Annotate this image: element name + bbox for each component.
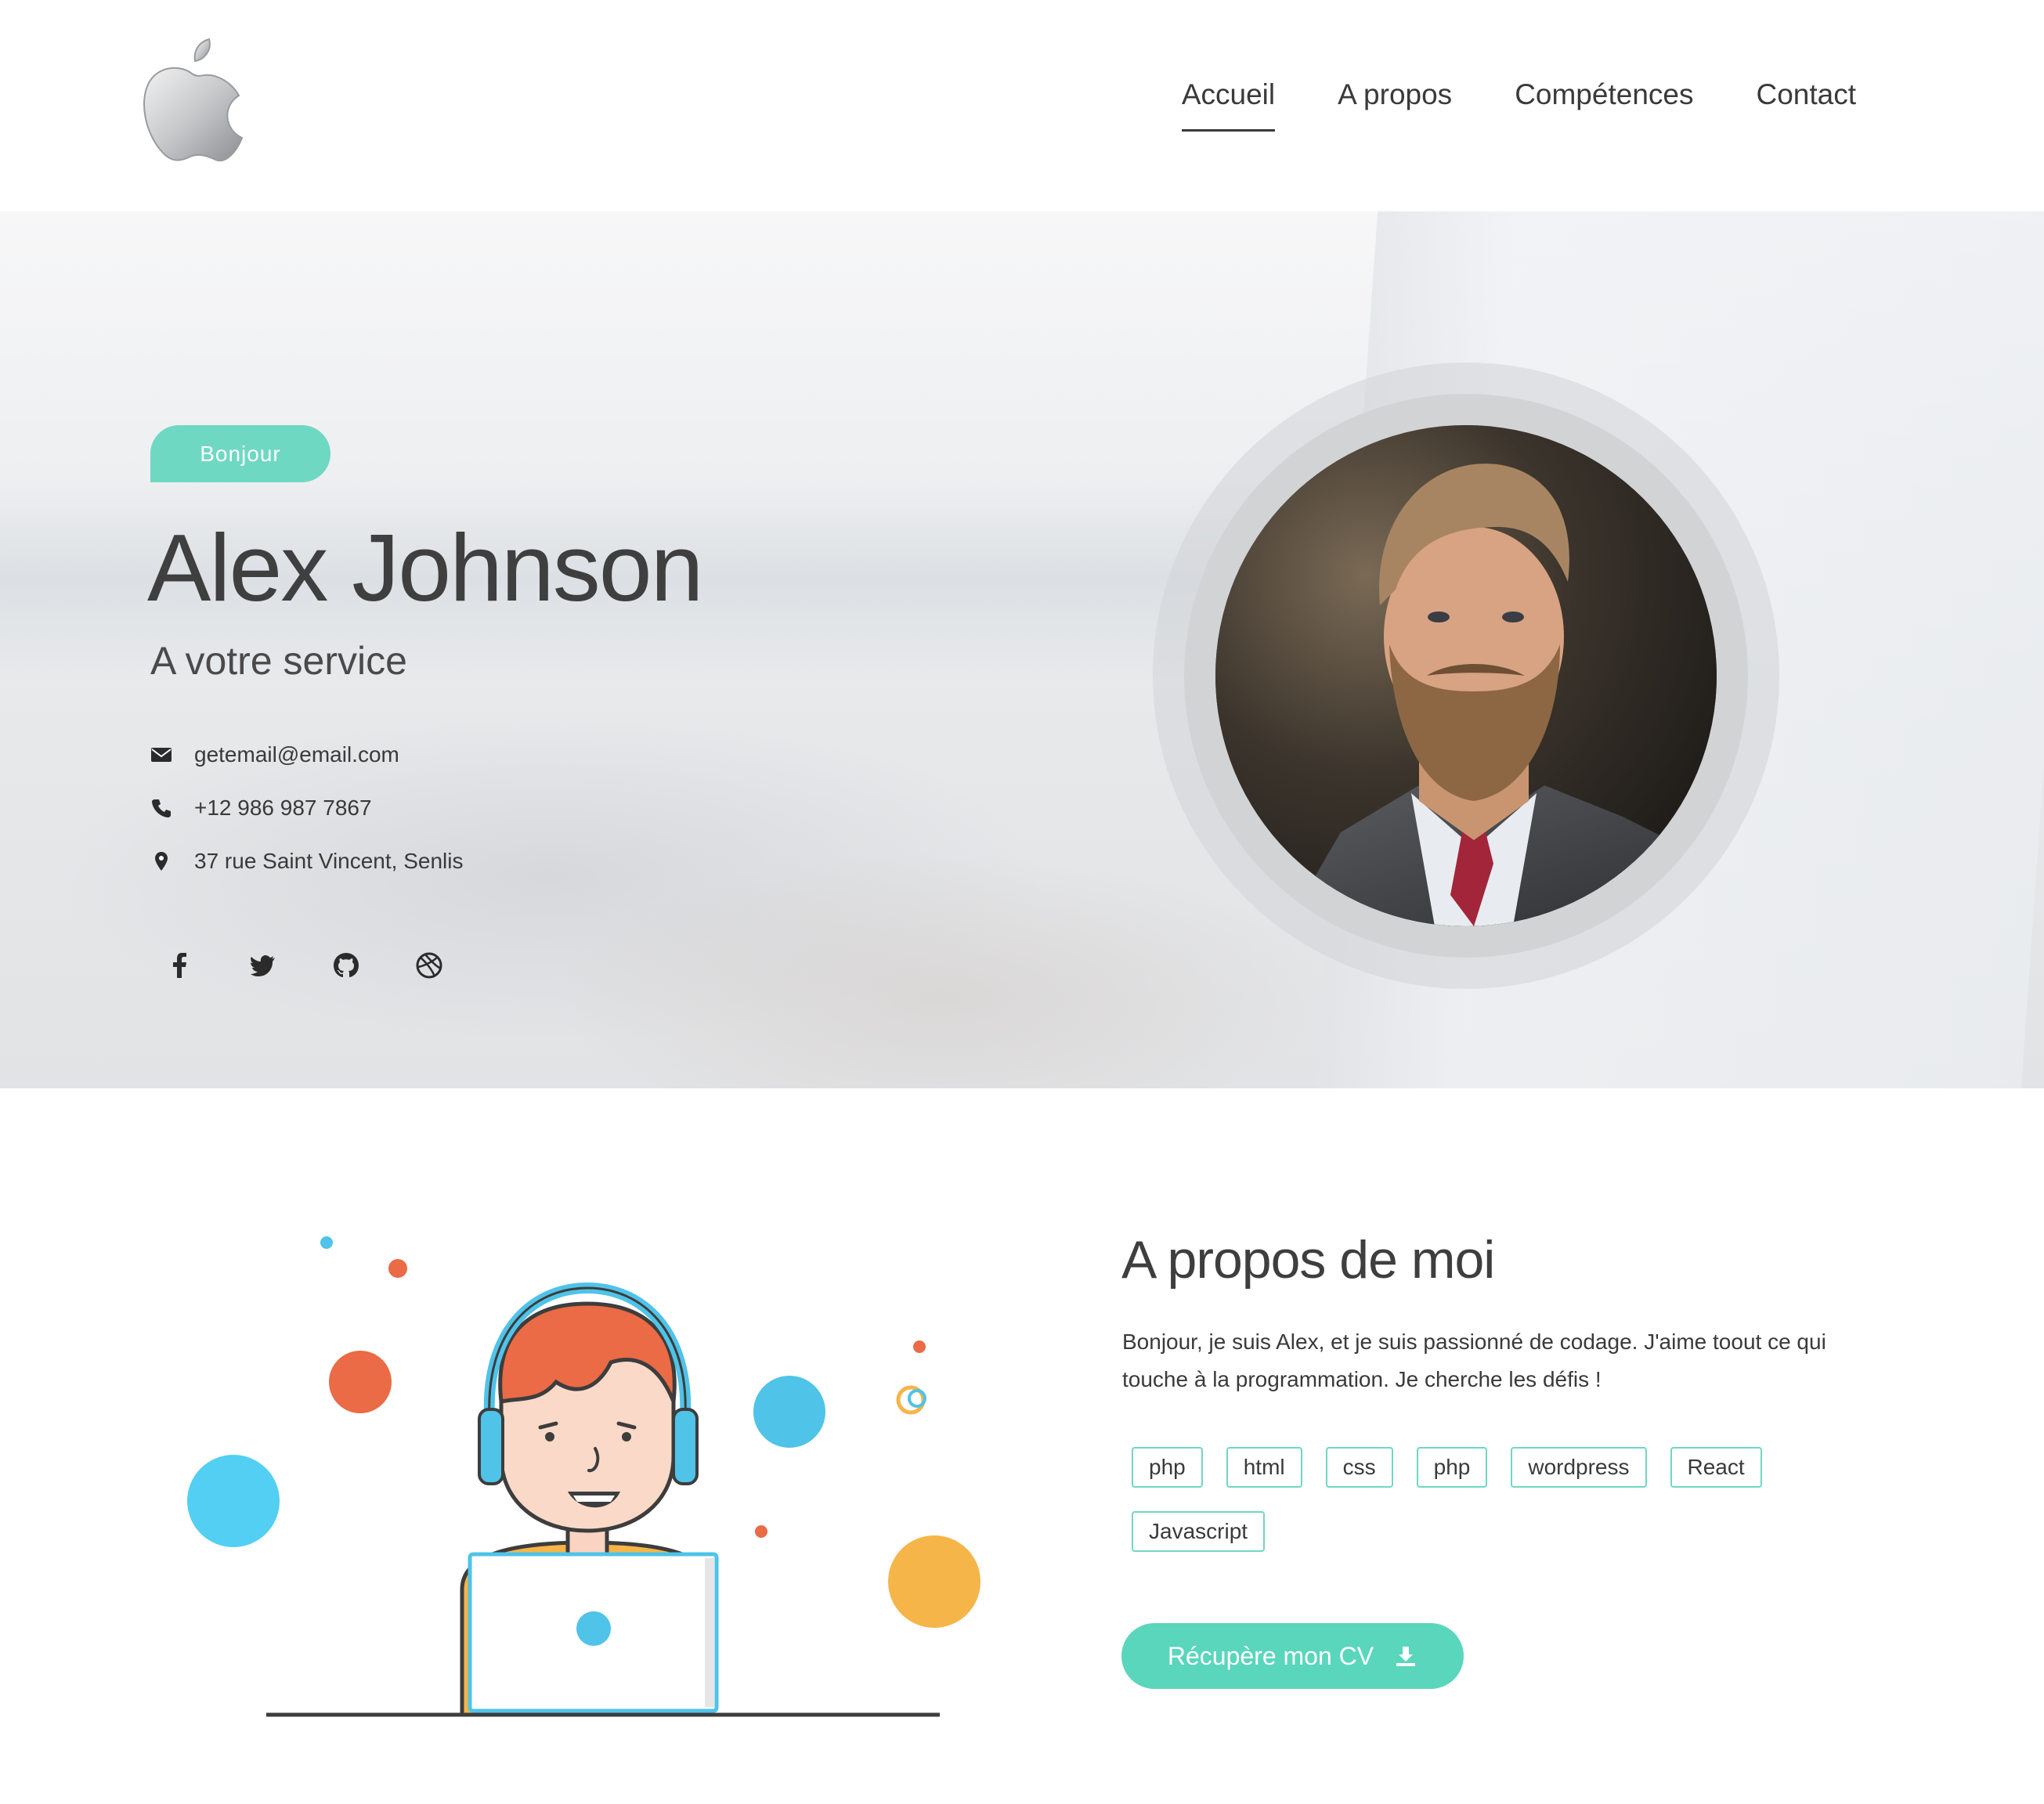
envelope-icon: [150, 744, 172, 766]
profile-photo: [1215, 425, 1717, 926]
main-nav: Accueil A propos Compétences Contact: [1181, 78, 1856, 132]
tag-wordpress[interactable]: wordpress: [1511, 1447, 1647, 1488]
twitter-icon[interactable]: [249, 951, 277, 980]
facebook-icon[interactable]: [166, 951, 194, 980]
tag-javascript[interactable]: Javascript: [1132, 1511, 1266, 1552]
github-icon[interactable]: [332, 951, 360, 980]
contact-email-text[interactable]: getemail@email.com: [194, 742, 399, 767]
tag-php-2[interactable]: php: [1416, 1447, 1488, 1488]
download-cv-button[interactable]: Récupère mon CV: [1121, 1623, 1464, 1689]
site-header: Accueil A propos Compétences Contact: [0, 0, 2044, 211]
contact-phone: +12 986 987 7867: [150, 796, 372, 821]
hero-subtitle: A votre service: [150, 639, 407, 683]
nav-item-accueil[interactable]: Accueil: [1181, 78, 1276, 132]
tag-react[interactable]: React: [1670, 1447, 1762, 1488]
contact-phone-text[interactable]: +12 986 987 7867: [194, 796, 372, 821]
tag-php[interactable]: php: [1132, 1447, 1203, 1488]
nav-item-a-propos[interactable]: A propos: [1338, 78, 1452, 132]
nav-item-competences[interactable]: Compétences: [1515, 78, 1693, 132]
about-text: Bonjour, je suis Alex, et je suis passio…: [1122, 1330, 1826, 1391]
contact-email: getemail@email.com: [150, 742, 399, 767]
skills-tags: php html css php wordpress React Javascr…: [1132, 1447, 1821, 1552]
tag-html[interactable]: html: [1226, 1447, 1302, 1488]
profile-photo-frame: [1153, 363, 1779, 989]
apple-logo-icon[interactable]: [137, 33, 247, 166]
about-title: A propos de moi: [1121, 1230, 1495, 1290]
nav-item-contact[interactable]: Contact: [1756, 78, 1856, 132]
social-links: [166, 951, 443, 980]
cv-button-label: Récupère mon CV: [1167, 1641, 1374, 1670]
contact-address: 37 rue Saint Vincent, Senlis: [150, 849, 463, 874]
phone-icon: [150, 797, 172, 819]
tag-css[interactable]: css: [1325, 1447, 1393, 1488]
greeting-badge: Bonjour: [150, 425, 330, 482]
developer-illustration: [172, 1221, 995, 1723]
map-marker-icon: [150, 850, 172, 872]
hero-section: Bonjour Alex Johnson A votre service get…: [0, 211, 2044, 1088]
dribbble-icon[interactable]: [415, 951, 443, 980]
profile-photo-ring: [1184, 394, 1748, 958]
hero-name: Alex Johnson: [147, 514, 703, 621]
contact-address-text: 37 rue Saint Vincent, Senlis: [194, 849, 464, 873]
download-icon: [1394, 1644, 1417, 1668]
